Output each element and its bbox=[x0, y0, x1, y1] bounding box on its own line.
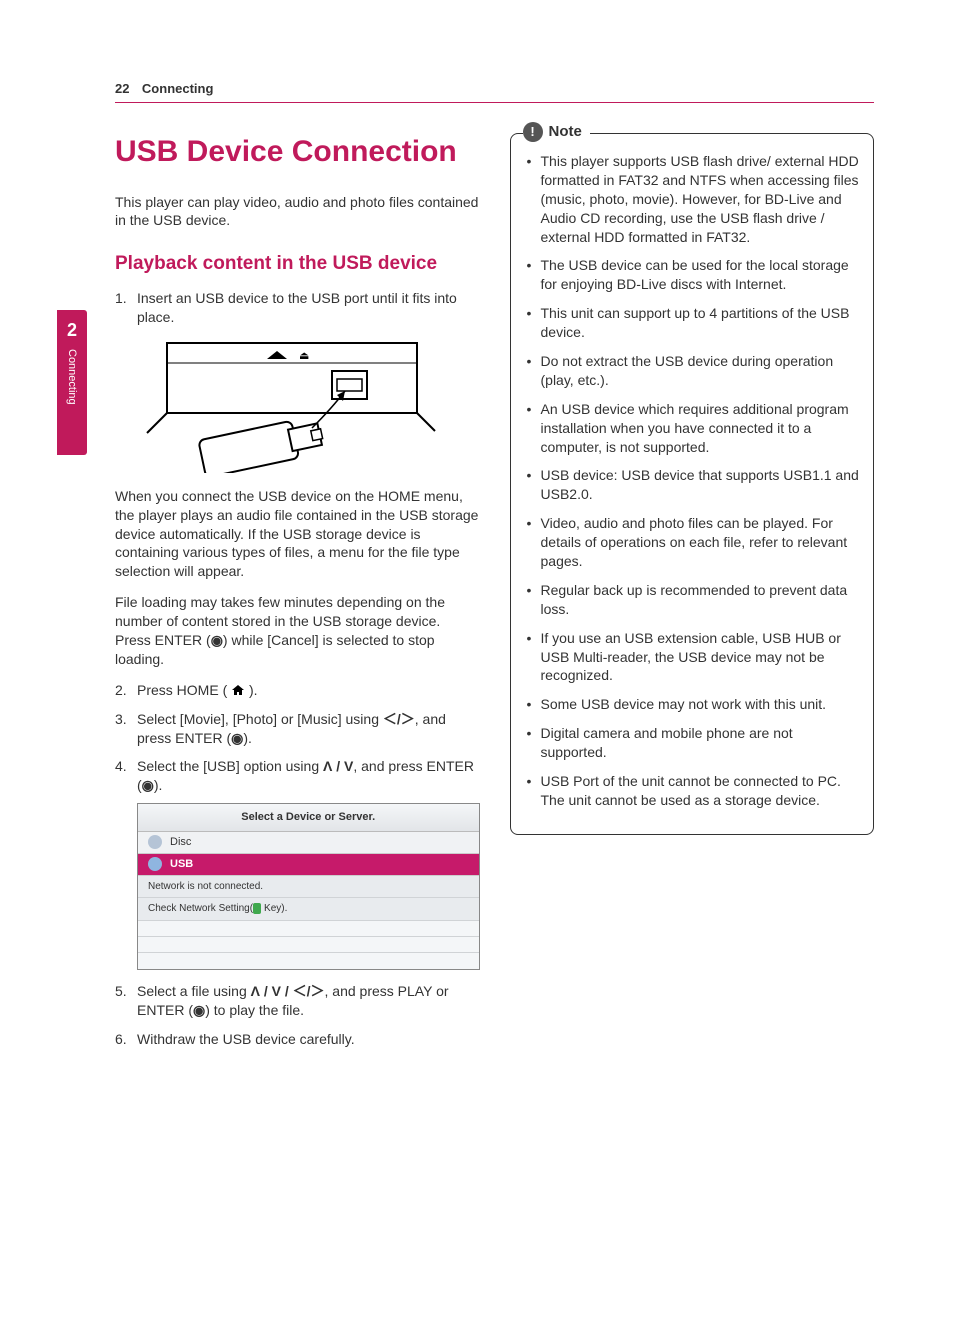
step-6: Withdraw the USB device carefully. bbox=[115, 1030, 480, 1049]
step-4: Select the [USB] option using Λ / V, and… bbox=[115, 757, 480, 969]
updown-icon: Λ / V bbox=[323, 758, 353, 774]
device-select-screenshot: Select a Device or Server. Disc USB Netw… bbox=[137, 803, 480, 970]
note-label: ! Note bbox=[523, 122, 590, 142]
header-section: Connecting bbox=[142, 81, 214, 96]
blank-row bbox=[138, 937, 479, 953]
note-item: USB device: USB device that supports USB… bbox=[525, 466, 860, 504]
enter-icon: ◉ bbox=[231, 730, 243, 746]
steps-list: Insert an USB device to the USB port unt… bbox=[115, 289, 480, 473]
enter-icon: ◉ bbox=[211, 632, 223, 648]
page-header: 22 Connecting bbox=[115, 80, 874, 103]
intro-text: This player can play video, audio and ph… bbox=[115, 193, 480, 231]
note-item: Video, audio and photo files can be play… bbox=[525, 514, 860, 571]
enter-icon: ◉ bbox=[193, 1002, 205, 1018]
note-item: Digital camera and mobile phone are not … bbox=[525, 724, 860, 762]
note-label-text: Note bbox=[549, 122, 582, 142]
note-item: Some USB device may not work with this u… bbox=[525, 695, 860, 714]
blank-row bbox=[138, 953, 479, 969]
paragraph-loading: File loading may takes few minutes depen… bbox=[115, 593, 480, 669]
step-3: Select [Movie], [Photo] or [Music] using… bbox=[115, 710, 480, 748]
step-1: Insert an USB device to the USB port unt… bbox=[115, 289, 480, 473]
right-column: ! Note This player supports USB flash dr… bbox=[510, 133, 875, 1058]
note-item: If you use an USB extension cable, USB H… bbox=[525, 629, 860, 686]
step-5: Select a file using Λ / V / ＜/＞, and pre… bbox=[115, 982, 480, 1020]
note-box: ! Note This player supports USB flash dr… bbox=[510, 133, 875, 835]
left-column: USB Device Connection This player can pl… bbox=[115, 133, 480, 1058]
main-heading: USB Device Connection bbox=[115, 133, 480, 171]
sub-heading: Playback content in the USB device bbox=[115, 252, 480, 277]
paragraph-auto-play: When you connect the USB device on the H… bbox=[115, 487, 480, 581]
svg-text:⏏: ⏏ bbox=[299, 350, 309, 362]
note-item: USB Port of the unit cannot be connected… bbox=[525, 772, 860, 810]
row-disc: Disc bbox=[138, 832, 479, 854]
chapter-tab: 2 Connecting bbox=[57, 310, 87, 455]
blank-row bbox=[138, 921, 479, 937]
msg-network: Network is not connected. bbox=[138, 876, 479, 899]
enter-icon: ◉ bbox=[142, 777, 154, 793]
row-usb-selected: USB bbox=[138, 854, 479, 876]
disc-icon bbox=[148, 835, 162, 849]
home-icon bbox=[227, 682, 249, 698]
notes-list: This player supports USB flash drive/ ex… bbox=[525, 152, 860, 810]
note-item: This player supports USB flash drive/ ex… bbox=[525, 152, 860, 246]
note-item: An USB device which requires additional … bbox=[525, 400, 860, 457]
note-item: Do not extract the USB device during ope… bbox=[525, 352, 860, 390]
usb-icon bbox=[148, 857, 162, 871]
screenshot-title: Select a Device or Server. bbox=[138, 804, 479, 832]
note-item: This unit can support up to 4 partitions… bbox=[525, 304, 860, 342]
note-item: The USB device can be used for the local… bbox=[525, 256, 860, 294]
note-badge-icon: ! bbox=[523, 122, 543, 142]
steps-list-cont: Press HOME ( ). Select [Movie], [Photo] … bbox=[115, 681, 480, 1049]
page: 22 Connecting USB Device Connection This… bbox=[0, 0, 954, 1118]
chapter-label: Connecting bbox=[66, 349, 78, 405]
note-item: Regular back up is recommended to preven… bbox=[525, 581, 860, 619]
usb-insert-illustration: ⏏ bbox=[137, 333, 480, 473]
chapter-number: 2 bbox=[57, 310, 87, 341]
msg-check-setting: Check Network Setting( Key). bbox=[138, 898, 479, 921]
leftright-icon: ＜/＞ bbox=[383, 711, 415, 727]
page-number: 22 bbox=[115, 81, 129, 96]
nav-all-icon: Λ / V / ＜/＞ bbox=[251, 983, 325, 999]
step-2: Press HOME ( ). bbox=[115, 681, 480, 700]
